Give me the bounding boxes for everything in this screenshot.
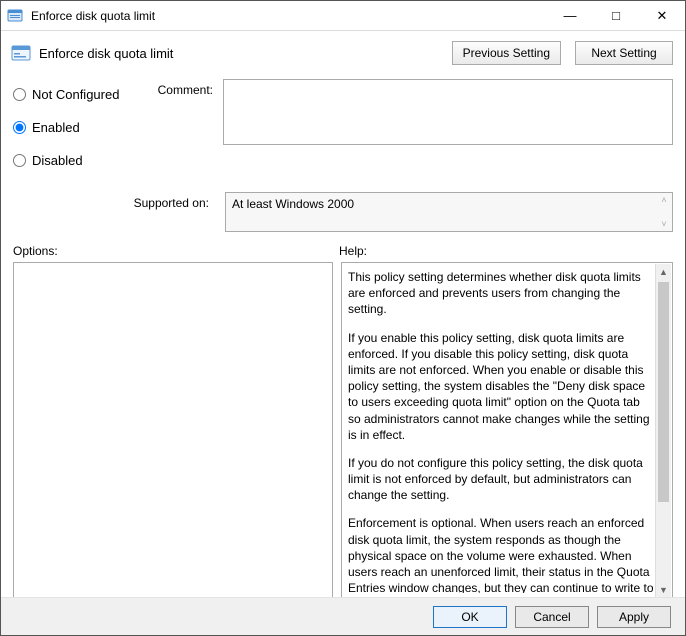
supported-on-value: At least Windows 2000 — [232, 197, 354, 211]
state-radios: Not Configured Enabled Disabled — [13, 79, 143, 186]
footer: OK Cancel Apply — [1, 597, 685, 635]
app-icon — [7, 8, 23, 24]
radio-disabled[interactable]: Disabled — [13, 153, 143, 168]
help-p1: This policy setting determines whether d… — [348, 269, 654, 318]
titlebar: Enforce disk quota limit ― □ ✕ — [1, 1, 685, 31]
close-button[interactable]: ✕ — [639, 1, 685, 30]
previous-setting-button[interactable]: Previous Setting — [452, 41, 561, 65]
apply-button[interactable]: Apply — [597, 606, 671, 628]
policy-icon — [11, 43, 31, 63]
section-labels: Options: Help: — [1, 232, 685, 262]
header: Enforce disk quota limit Previous Settin… — [1, 31, 685, 79]
radio-enabled-label: Enabled — [32, 120, 80, 135]
window-controls: ― □ ✕ — [547, 1, 685, 30]
supported-scroll-hint: ˄ ˅ — [658, 195, 670, 229]
help-scrollbar[interactable]: ▲ ▼ — [655, 264, 671, 598]
radio-not-configured-label: Not Configured — [32, 87, 119, 102]
comment-input[interactable] — [223, 79, 673, 145]
cancel-button[interactable]: Cancel — [515, 606, 589, 628]
radio-enabled[interactable]: Enabled — [13, 120, 143, 135]
radio-disabled-label: Disabled — [32, 153, 83, 168]
maximize-button[interactable]: □ — [593, 1, 639, 30]
options-label: Options: — [13, 244, 339, 258]
radio-not-configured[interactable]: Not Configured — [13, 87, 143, 102]
radio-not-configured-input[interactable] — [13, 88, 26, 101]
policy-title: Enforce disk quota limit — [39, 46, 438, 61]
comment-label: Comment: — [153, 79, 213, 186]
help-p2: If you enable this policy setting, disk … — [348, 330, 654, 443]
help-panel: This policy setting determines whether d… — [341, 262, 673, 600]
window-title: Enforce disk quota limit — [31, 9, 547, 23]
options-panel — [13, 262, 333, 600]
panels: This policy setting determines whether d… — [1, 262, 685, 600]
radio-enabled-input[interactable] — [13, 121, 26, 134]
minimize-button[interactable]: ― — [547, 1, 593, 30]
help-p4: Enforcement is optional. When users reac… — [348, 515, 654, 593]
comment-area — [223, 79, 673, 186]
scroll-down-arrow-icon[interactable]: ▼ — [656, 582, 671, 598]
help-label: Help: — [339, 244, 367, 258]
help-text: This policy setting determines whether d… — [348, 269, 654, 593]
scroll-up-arrow-icon[interactable]: ▲ — [656, 264, 671, 280]
scrollbar-thumb[interactable] — [658, 282, 669, 502]
config-row: Not Configured Enabled Disabled Comment: — [1, 79, 685, 186]
scroll-up-icon: ˄ — [661, 195, 666, 205]
next-setting-button[interactable]: Next Setting — [575, 41, 673, 65]
ok-button[interactable]: OK — [433, 606, 507, 628]
supported-row: Supported on: At least Windows 2000 ˄ ˅ — [1, 186, 685, 232]
help-p3: If you do not configure this policy sett… — [348, 455, 654, 504]
radio-disabled-input[interactable] — [13, 154, 26, 167]
supported-on-field: At least Windows 2000 ˄ ˅ — [225, 192, 673, 232]
scroll-down-icon: ˅ — [661, 219, 666, 229]
supported-on-label: Supported on: — [13, 192, 215, 210]
